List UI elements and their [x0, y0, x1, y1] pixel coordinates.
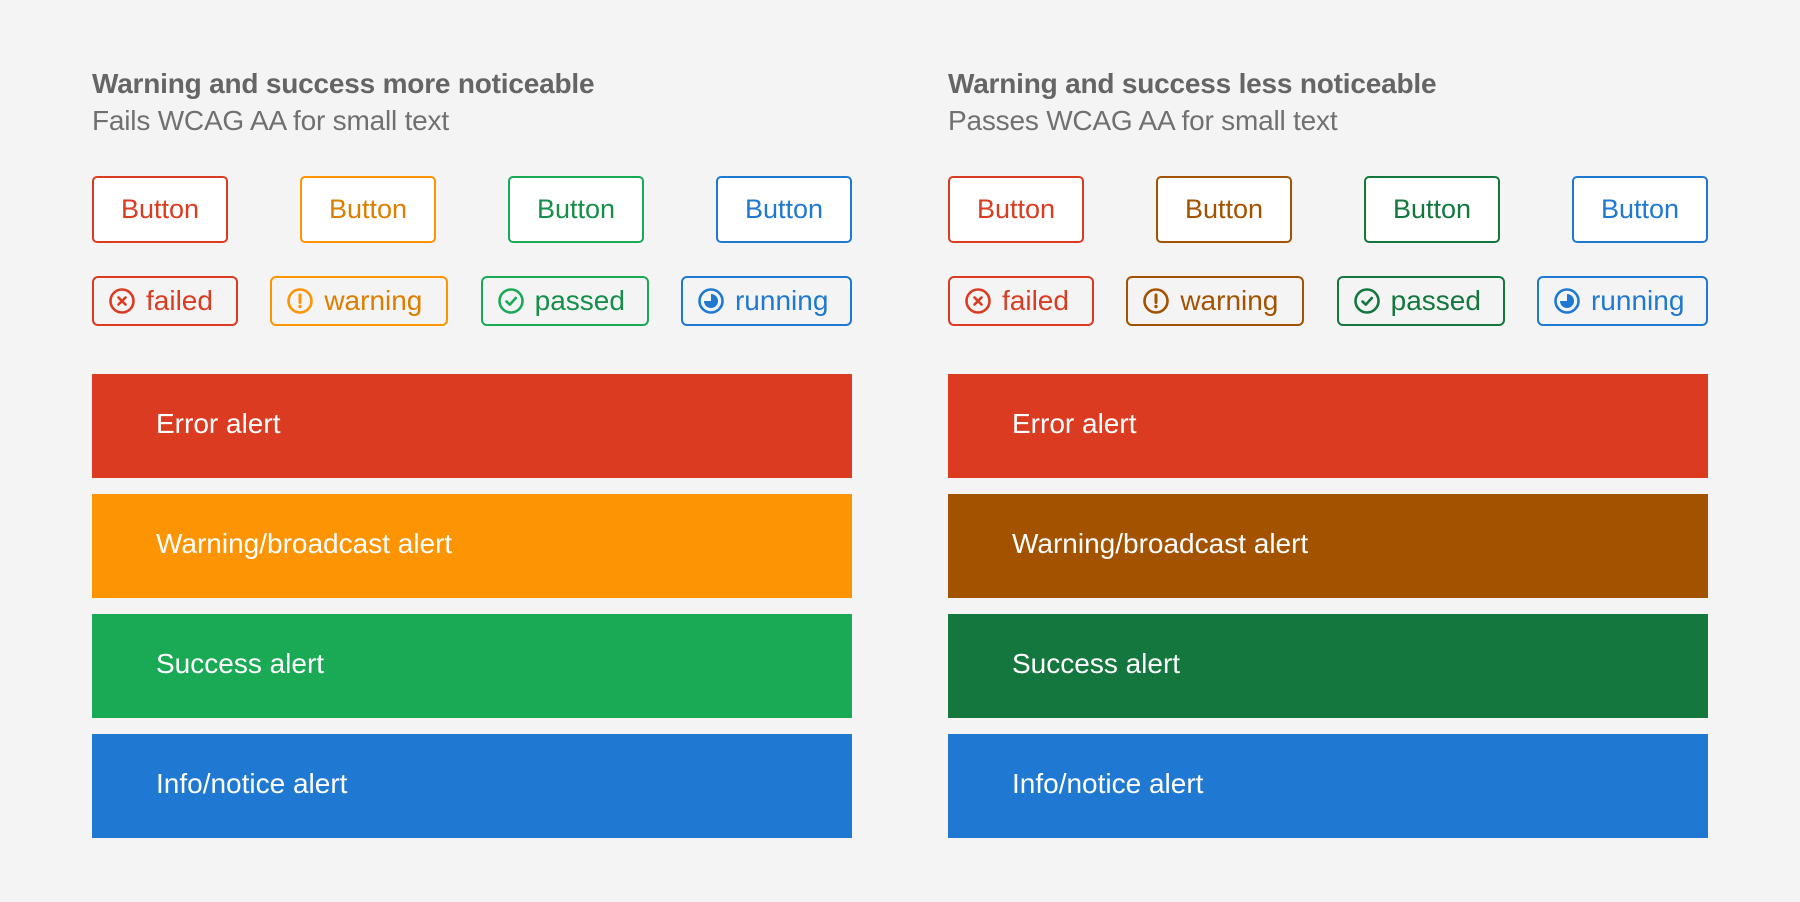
status-badge-running[interactable]: running [1536, 276, 1708, 326]
alert-text: Success alert [1012, 648, 1181, 679]
error-button[interactable]: Button [948, 176, 1084, 243]
panel-less-noticeable: Warning and success less noticeable Pass… [948, 66, 1708, 838]
success-alert: Success alert [948, 614, 1708, 718]
alert-text: Error alert [1012, 408, 1137, 439]
panel-subtitle: Fails WCAG AA for small text [92, 105, 449, 136]
status-badge-warning[interactable]: warning [270, 276, 449, 326]
warning-button[interactable]: Button [300, 176, 436, 243]
panel-title: Warning and success more noticeable [92, 68, 595, 99]
badge-label: failed [146, 285, 213, 316]
badge-label: passed [534, 285, 625, 316]
alert-text: Warning/broadcast alert [156, 528, 453, 559]
badge-label: passed [1390, 285, 1481, 316]
status-badge-running[interactable]: running [680, 276, 852, 326]
alert-text: Warning/broadcast alert [1012, 528, 1309, 559]
error-x-circle-icon [108, 287, 136, 315]
check-circle-icon [497, 287, 525, 315]
status-badge-passed[interactable]: passed [1336, 276, 1505, 326]
alert-text: Info/notice alert [1012, 768, 1204, 799]
info-button[interactable]: Button [1572, 176, 1708, 243]
status-badge-failed[interactable]: failed [948, 276, 1094, 326]
badge-label: running [734, 285, 829, 316]
status-badge-passed[interactable]: passed [480, 276, 649, 326]
success-button[interactable]: Button [508, 176, 644, 243]
alert-text: Error alert [156, 408, 281, 439]
error-alert: Error alert [92, 374, 852, 478]
warning-alert: Warning/broadcast alert [948, 494, 1708, 598]
button-row: Button Button Button Button [948, 176, 1708, 243]
status-badge-warning[interactable]: warning [1126, 276, 1305, 326]
panel-subtitle: Passes WCAG AA for small text [948, 105, 1338, 136]
alert-list: Error alert Warning/broadcast alert Succ… [948, 374, 1708, 854]
warning-exclamation-circle-icon [1142, 287, 1170, 315]
running-pie-circle-icon [697, 287, 725, 315]
success-alert: Success alert [92, 614, 852, 718]
error-button[interactable]: Button [92, 176, 228, 243]
status-badge-row: failed warning passed running [92, 276, 852, 326]
badge-label: warning [324, 285, 423, 316]
badge-label: warning [1180, 285, 1279, 316]
info-alert: Info/notice alert [92, 734, 852, 838]
panel-title: Warning and success less noticeable [948, 68, 1437, 99]
check-circle-icon [1353, 287, 1381, 315]
status-badge-row: failed warning passed running [948, 276, 1708, 326]
badge-label: failed [1002, 285, 1069, 316]
alert-list: Error alert Warning/broadcast alert Succ… [92, 374, 852, 854]
warning-alert: Warning/broadcast alert [92, 494, 852, 598]
panel-more-noticeable: Warning and success more noticeable Fail… [92, 66, 852, 838]
info-alert: Info/notice alert [948, 734, 1708, 838]
badge-label: running [1590, 285, 1685, 316]
running-pie-circle-icon [1553, 287, 1581, 315]
info-button[interactable]: Button [716, 176, 852, 243]
success-button[interactable]: Button [1364, 176, 1500, 243]
warning-exclamation-circle-icon [286, 287, 314, 315]
alert-text: Info/notice alert [156, 768, 348, 799]
error-alert: Error alert [948, 374, 1708, 478]
status-badge-failed[interactable]: failed [92, 276, 238, 326]
warning-button[interactable]: Button [1156, 176, 1292, 243]
alert-text: Success alert [156, 648, 325, 679]
error-x-circle-icon [964, 287, 992, 315]
button-row: Button Button Button Button [92, 176, 852, 243]
